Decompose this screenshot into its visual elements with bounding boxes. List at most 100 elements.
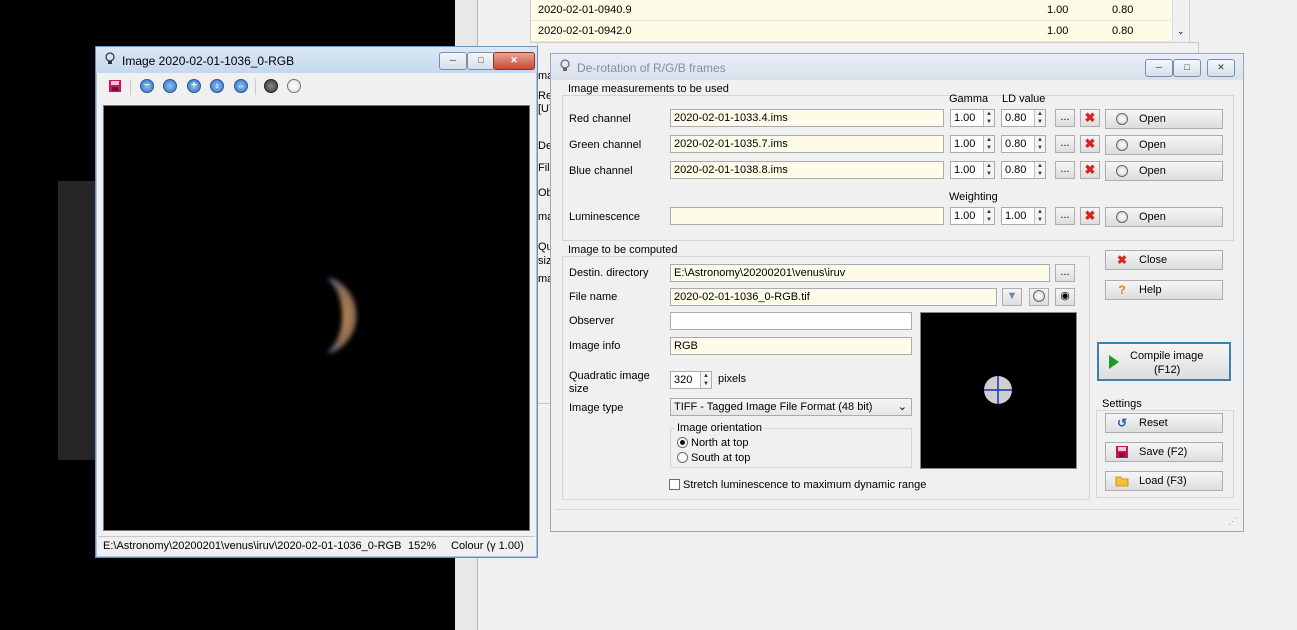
window-title: De-rotation of R/G/B frames — [577, 61, 726, 75]
image-type-label: Image type — [569, 402, 624, 414]
spinner-arrows-icon[interactable]: ▲ ▼ — [700, 372, 711, 388]
triangle-down-icon: ▼ — [1006, 290, 1018, 302]
green-open-button[interactable]: Open — [1105, 135, 1223, 155]
blue-channel-file-field[interactable]: 2020-02-01-1038.8.ims — [670, 161, 944, 179]
filename-field[interactable]: 2020-02-01-1036_0-RGB.tif — [670, 288, 997, 306]
green-browse-button[interactable]: ... — [1055, 135, 1075, 153]
folder-icon — [1115, 476, 1129, 487]
derotation-statusbar: ⋰ — [555, 509, 1239, 528]
save-button[interactable]: Save (F2) — [1105, 442, 1223, 462]
luminescence-browse-button[interactable]: ... — [1055, 207, 1075, 225]
blue-clear-button[interactable]: ✖ — [1080, 161, 1100, 179]
status-path: E:\Astronomy\20200201\venus\iruv\2020-02… — [103, 540, 402, 552]
south-radio[interactable] — [677, 452, 688, 463]
luminescence-weight2-value: 1.00 — [1005, 210, 1027, 222]
luminescence-file-field[interactable] — [670, 207, 944, 225]
green-gamma-spinner[interactable]: 1.00 ▲ ▼ — [950, 135, 995, 153]
size-unit-label: pixels — [718, 373, 747, 385]
filename-dropdown-button[interactable]: ▼ — [1002, 288, 1022, 306]
blue-gamma-value: 1.00 — [954, 164, 976, 176]
dark-mode-icon[interactable] — [264, 79, 278, 93]
compile-label-line2: (F12) — [1154, 364, 1181, 376]
spinner-arrows-icon[interactable]: ▲ ▼ — [1034, 162, 1045, 178]
spinner-arrows-icon[interactable]: ▲ ▼ — [983, 136, 994, 152]
reset-button[interactable]: ↺ Reset — [1105, 413, 1223, 433]
image-info-field[interactable]: RGB — [670, 337, 912, 355]
list-item[interactable]: 2020-02-01-0942.0 1.00 0.80 — [531, 21, 1171, 42]
maximize-button[interactable]: □ — [1173, 59, 1201, 77]
zoom-in-icon[interactable]: + — [187, 79, 201, 93]
weighting-column-header: Weighting — [949, 191, 998, 203]
luminescence-weight2-spinner[interactable]: 1.00 ▲ ▼ — [1001, 207, 1046, 225]
spinner-arrows-icon[interactable]: ▲ ▼ — [983, 208, 994, 224]
save-disk-icon[interactable] — [108, 79, 122, 93]
close-button[interactable]: ✖ Close — [1105, 250, 1223, 270]
open-label: Open — [1139, 113, 1166, 125]
blue-ld-spinner[interactable]: 0.80 ▲ ▼ — [1001, 161, 1046, 179]
zoom-fit-icon[interactable] — [163, 79, 177, 93]
red-open-button[interactable]: Open — [1105, 109, 1223, 129]
minimize-button[interactable]: ─ — [439, 52, 467, 70]
luminescence-open-button[interactable]: Open — [1105, 207, 1223, 227]
load-button[interactable]: Load (F3) — [1105, 471, 1223, 491]
image-window-titlebar[interactable]: Image 2020-02-01-1036_0-RGB ─ □ ✕ — [96, 47, 537, 73]
zoom-out-icon[interactable]: − — [140, 79, 154, 93]
list-item[interactable]: 2020-02-01-0940.9 1.00 0.80 — [531, 0, 1171, 21]
image-type-select[interactable]: TIFF - Tagged Image File Format (48 bit)… — [670, 398, 912, 416]
red-ld-spinner[interactable]: 0.80 ▲ ▼ — [1001, 109, 1046, 127]
filename-timestamp-button[interactable] — [1029, 288, 1049, 306]
spinner-arrows-icon[interactable]: ▲ ▼ — [983, 162, 994, 178]
size-label-line1: Quadratic image — [569, 370, 650, 382]
spinner-arrows-icon[interactable]: ▲ ▼ — [1034, 208, 1045, 224]
preview-canvas — [920, 312, 1077, 469]
north-radio[interactable] — [677, 437, 688, 448]
green-clear-button[interactable]: ✖ — [1080, 135, 1100, 153]
green-channel-file-field[interactable]: 2020-02-01-1035.7.ims — [670, 135, 944, 153]
south-label: South at top — [691, 452, 751, 464]
destination-browse-button[interactable]: ... — [1055, 264, 1075, 282]
maximize-button[interactable]: □ — [467, 52, 495, 70]
luminescence-weight-spinner[interactable]: 1.00 ▲ ▼ — [950, 207, 995, 225]
destination-field[interactable]: E:\Astronomy\20200201\venus\iruv — [670, 264, 1050, 282]
list-item-name: 2020-02-01-0940.9 — [538, 4, 632, 16]
luminescence-clear-button[interactable]: ✖ — [1080, 207, 1100, 225]
toolbar-separator — [255, 79, 256, 95]
size-spinner[interactable]: 320 ▲ ▼ — [670, 371, 712, 389]
blue-gamma-spinner[interactable]: 1.00 ▲ ▼ — [950, 161, 995, 179]
image-canvas[interactable] — [103, 105, 530, 531]
open-label: Open — [1139, 211, 1166, 223]
stretch-checkbox[interactable] — [669, 479, 680, 490]
image-window[interactable]: Image 2020-02-01-1036_0-RGB ─ □ ✕ − + ↕ … — [95, 46, 538, 558]
spinner-arrows-icon[interactable]: ▲ ▼ — [1034, 110, 1045, 126]
measurements-group-title: Image measurements to be used — [566, 83, 731, 95]
light-mode-icon[interactable] — [287, 79, 301, 93]
compile-image-button[interactable]: Compile image (F12) — [1097, 342, 1231, 381]
spinner-arrows-icon[interactable]: ▲ ▼ — [983, 110, 994, 126]
close-window-button[interactable]: ✕ — [493, 52, 535, 70]
spinner-arrows-icon[interactable]: ▲ ▼ — [1034, 136, 1045, 152]
list-scrollbar[interactable]: ⌄ — [1172, 0, 1189, 42]
green-ld-spinner[interactable]: 0.80 ▲ ▼ — [1001, 135, 1046, 153]
blue-open-button[interactable]: Open — [1105, 161, 1223, 181]
red-browse-button[interactable]: ... — [1055, 109, 1075, 127]
resize-grip-icon[interactable]: ⋰ — [1228, 516, 1237, 527]
red-channel-file-field[interactable]: 2020-02-01-1033.4.ims — [670, 109, 944, 127]
red-clear-button[interactable]: ✖ — [1080, 109, 1100, 127]
red-gamma-spinner[interactable]: 1.00 ▲ ▼ — [950, 109, 995, 127]
minimize-button[interactable]: ─ — [1145, 59, 1173, 77]
compile-label-line1: Compile image — [1130, 350, 1204, 362]
chevron-down-icon[interactable]: ⌄ — [1177, 26, 1185, 37]
red-x-icon: ✖ — [1084, 110, 1096, 125]
zoom-vertical-icon[interactable]: ↕ — [210, 79, 224, 93]
background-measurement-list[interactable]: 2020-02-01-0940.9 1.00 0.80 2020-02-01-0… — [530, 0, 1190, 43]
red-gamma-value: 1.00 — [954, 112, 976, 124]
zoom-horizontal-icon[interactable]: ↔ — [234, 79, 248, 93]
help-button[interactable]: ? Help — [1105, 280, 1223, 300]
blue-channel-label: Blue channel — [569, 165, 633, 177]
blue-browse-button[interactable]: ... — [1055, 161, 1075, 179]
derotation-window-titlebar[interactable]: De-rotation of R/G/B frames ─ □ ✕ — [551, 54, 1243, 80]
filename-preview-button[interactable]: ◉ — [1055, 288, 1075, 306]
observer-field[interactable] — [670, 312, 912, 330]
derotation-window[interactable]: De-rotation of R/G/B frames ─ □ ✕ Image … — [550, 53, 1244, 532]
close-window-button[interactable]: ✕ — [1207, 59, 1235, 77]
